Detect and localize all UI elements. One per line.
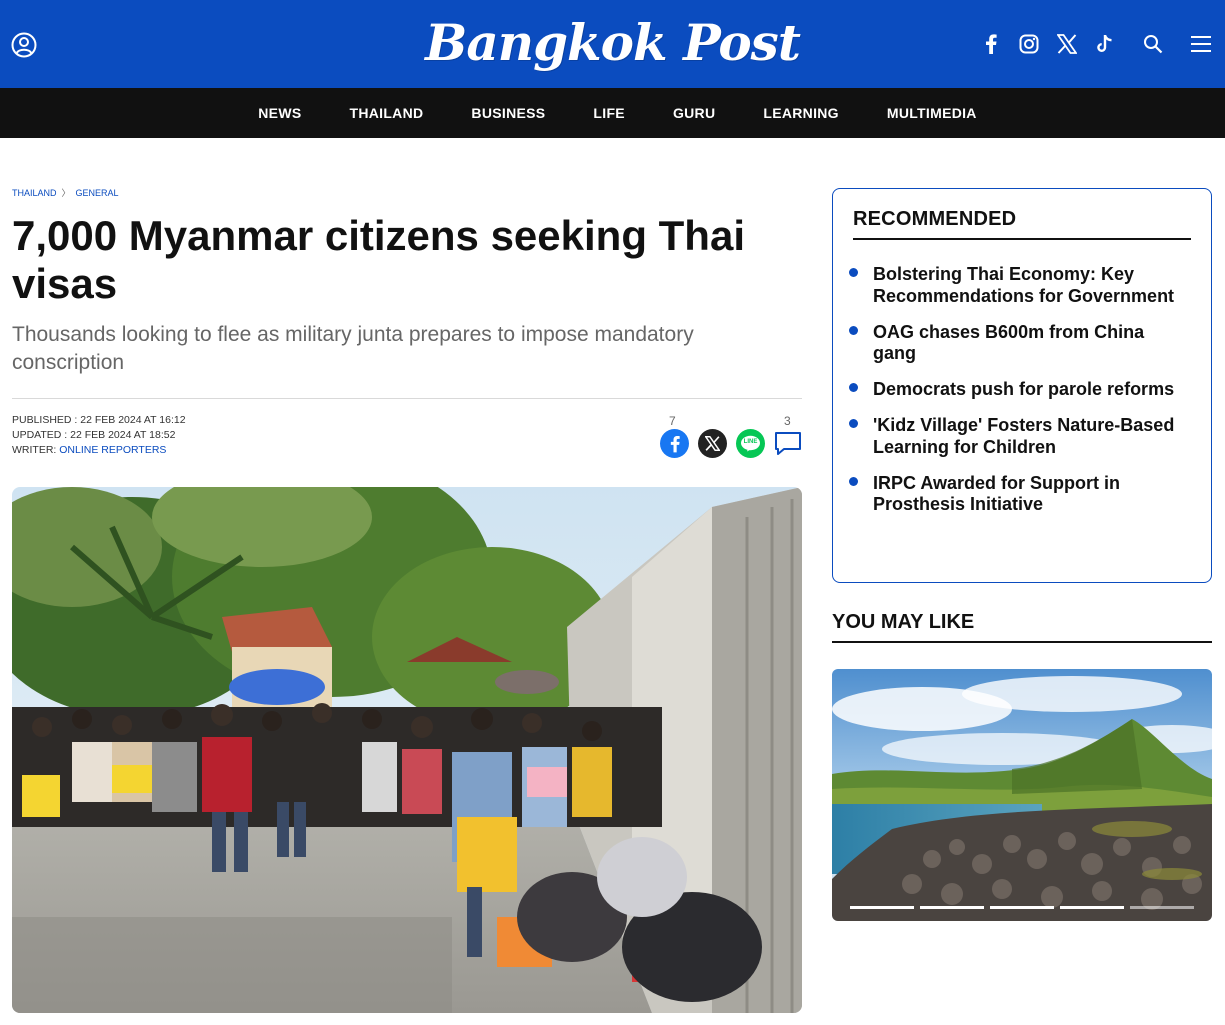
- recommended-item-link[interactable]: IRPC Awarded for Support in Prosthesis I…: [873, 473, 1120, 515]
- bullet-icon: [849, 268, 858, 277]
- facebook-icon: [986, 34, 997, 54]
- updated-label: UPDATED :: [12, 429, 68, 441]
- comment-count: 3: [784, 414, 791, 428]
- site-header: Bangkok Post: [0, 0, 1225, 88]
- facebook-share-count: 7: [669, 414, 676, 428]
- instagram-link[interactable]: [1015, 30, 1043, 58]
- breadcrumb-general[interactable]: GENERAL: [76, 188, 119, 198]
- updated-line: UPDATED : 22 FEB 2024 AT 18:52: [12, 428, 186, 443]
- breadcrumb-separator: 〉: [61, 188, 71, 198]
- facebook-link[interactable]: [977, 30, 1005, 58]
- search-button[interactable]: [1139, 30, 1167, 58]
- nav-item-thailand[interactable]: THAILAND: [349, 105, 423, 121]
- article-subtitle: Thousands looking to flee as military ju…: [12, 323, 694, 374]
- carousel-indicators: [850, 906, 1200, 909]
- recommended-item[interactable]: Democrats push for parole reforms: [847, 379, 1187, 401]
- article-meta: PUBLISHED : 22 FEB 2024 AT 16:12 UPDATED…: [12, 413, 186, 458]
- nav-item-multimedia[interactable]: MULTIMEDIA: [887, 105, 977, 121]
- recommended-item[interactable]: Bolstering Thai Economy: Key Recommendat…: [847, 264, 1187, 307]
- recommended-underline: [853, 238, 1191, 240]
- carousel-dot[interactable]: [990, 906, 1054, 909]
- bullet-icon: [849, 383, 858, 392]
- recommended-item[interactable]: IRPC Awarded for Support in Prosthesis I…: [847, 473, 1187, 516]
- published-line: PUBLISHED : 22 FEB 2024 AT 16:12: [12, 413, 186, 428]
- carousel-dot[interactable]: [1060, 906, 1124, 909]
- nav-item-learning[interactable]: LEARNING: [763, 105, 839, 121]
- x-share-button[interactable]: [698, 429, 727, 458]
- recommended-item-link[interactable]: 'Kidz Village' Fosters Nature-Based Lear…: [873, 415, 1174, 457]
- menu-button[interactable]: [1187, 30, 1215, 58]
- divider: [12, 398, 802, 399]
- x-icon: [705, 436, 720, 451]
- published-date: 22 FEB 2024 AT 16:12: [80, 414, 186, 426]
- published-label: PUBLISHED :: [12, 414, 78, 426]
- carousel-dot[interactable]: [850, 906, 914, 909]
- instagram-icon: [1019, 34, 1039, 54]
- updated-date: 22 FEB 2024 AT 18:52: [70, 429, 176, 441]
- line-share-button[interactable]: LINE: [736, 429, 765, 458]
- nav-item-life[interactable]: LIFE: [593, 105, 625, 121]
- writer-link[interactable]: ONLINE REPORTERS: [59, 444, 166, 456]
- breadcrumb: THAILAND 〉 GENERAL: [12, 186, 119, 199]
- you-may-like-title: YOU MAY LIKE: [832, 611, 975, 633]
- writer-label: WRITER:: [12, 444, 57, 456]
- tiktok-link[interactable]: [1091, 30, 1119, 58]
- article-title: 7,000 Myanmar citizens seeking Thai visa…: [12, 212, 745, 307]
- bullet-icon: [849, 325, 858, 335]
- comment-icon: [774, 431, 801, 455]
- writer-line: WRITER: ONLINE REPORTERS: [12, 443, 186, 458]
- x-link[interactable]: [1053, 30, 1081, 58]
- carousel-slide-image: [832, 669, 1212, 921]
- tiktok-icon: [1097, 35, 1112, 52]
- nav-item-business[interactable]: BUSINESS: [471, 105, 545, 121]
- line-label: LINE: [743, 439, 758, 445]
- article-hero-image: [12, 487, 802, 1013]
- x-icon: [1057, 34, 1077, 54]
- recommended-item-link[interactable]: Democrats push for parole reforms: [873, 379, 1174, 399]
- nav-item-guru[interactable]: GURU: [673, 105, 715, 121]
- facebook-share-button[interactable]: [660, 429, 689, 458]
- facebook-icon: [670, 435, 680, 452]
- breadcrumb-thailand[interactable]: THAILAND: [12, 188, 57, 198]
- recommended-box: RECOMMENDED Bolstering Thai Economy: Key…: [832, 188, 1212, 583]
- bullet-icon: [849, 476, 858, 486]
- you-may-like-carousel[interactable]: [832, 669, 1212, 921]
- menu-icon: [1191, 36, 1211, 52]
- nav-item-news[interactable]: NEWS: [258, 105, 301, 121]
- recommended-item[interactable]: 'Kidz Village' Fosters Nature-Based Lear…: [847, 415, 1187, 458]
- recommended-item[interactable]: OAG chases B600m from China gang: [847, 322, 1187, 365]
- recommended-item-link[interactable]: OAG chases B600m from China gang: [873, 322, 1144, 364]
- carousel-dot[interactable]: [1130, 906, 1194, 909]
- search-icon: [1144, 35, 1163, 54]
- recommended-item-link[interactable]: Bolstering Thai Economy: Key Recommendat…: [873, 264, 1174, 306]
- bullet-icon: [849, 419, 858, 428]
- main-nav: NEWS THAILAND BUSINESS LIFE GURU LEARNIN…: [0, 88, 1225, 138]
- carousel-dot[interactable]: [920, 906, 984, 909]
- comment-button[interactable]: [773, 429, 802, 458]
- you-may-like-underline: [832, 641, 1212, 643]
- recommended-list: Bolstering Thai Economy: Key Recommendat…: [847, 264, 1187, 530]
- header-actions: [967, 30, 1215, 58]
- recommended-title: RECOMMENDED: [853, 208, 1017, 230]
